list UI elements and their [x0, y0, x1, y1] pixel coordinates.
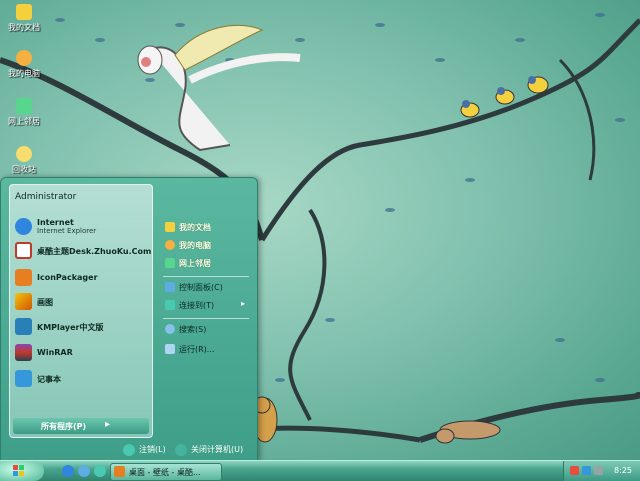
place-connect-to[interactable]: 连接到(T) ▸	[163, 298, 255, 312]
my-documents-icon	[16, 4, 32, 20]
tray-network-icon[interactable]	[582, 466, 591, 475]
place-network-places[interactable]: 网上邻居	[163, 256, 255, 270]
system-tray: 8:25	[563, 461, 640, 481]
start-menu-footer: 注销(L) 关闭计算机(U)	[1, 439, 257, 461]
notepad-icon	[15, 370, 32, 387]
start-button[interactable]	[0, 461, 44, 481]
tray-volume-icon[interactable]	[594, 466, 603, 475]
place-search[interactable]: 搜索(S)	[163, 322, 255, 336]
recycle-bin-icon	[16, 146, 32, 162]
arrow-right-icon: ▸	[105, 419, 111, 430]
dog	[435, 420, 501, 444]
place-my-computer[interactable]: 我的电脑	[163, 238, 255, 252]
clock[interactable]: 8:25	[614, 466, 632, 475]
program-kmplayer[interactable]: KMPlayer中文版	[13, 316, 149, 336]
taskbar-window-button[interactable]: 桌面 - 壁纸 - 桌酷...	[110, 463, 222, 481]
winrar-icon	[15, 344, 32, 361]
control-panel-icon	[165, 282, 175, 292]
program-internet-explorer[interactable]: Internet Internet Explorer	[13, 216, 149, 236]
search-icon	[165, 324, 175, 334]
my-computer-icon	[165, 240, 175, 250]
tray-qq-icon[interactable]	[570, 466, 579, 475]
network-places-icon	[16, 98, 32, 114]
quicklaunch-desktop-icon[interactable]	[94, 465, 106, 477]
quicklaunch-ie-icon[interactable]	[62, 465, 74, 477]
taskbar: 桌面 - 壁纸 - 桌酷... 8:25	[0, 460, 640, 481]
my-computer-icon	[16, 50, 32, 66]
start-menu: Administrator Internet Internet Explorer…	[0, 177, 258, 462]
shutdown-icon	[175, 444, 187, 456]
run-icon	[165, 344, 175, 354]
program-zhuoku-theme[interactable]: 桌酷主题Desk.ZhuoKu.Com	[13, 240, 151, 260]
iconpackager-icon	[15, 269, 32, 286]
connect-to-icon	[165, 300, 175, 310]
program-notepad[interactable]: 记事本	[13, 368, 149, 388]
menu-separator	[163, 318, 249, 319]
program-iconpackager[interactable]: IconPackager	[13, 267, 149, 287]
start-menu-user-header: Administrator	[9, 184, 151, 206]
desktop-icon-network-places[interactable]: 网上邻居	[2, 98, 46, 127]
logoff-icon	[123, 444, 135, 456]
desktop-icon-recycle-bin[interactable]: 回收站	[2, 146, 46, 175]
browser-window-icon	[114, 466, 125, 477]
program-winrar[interactable]: WinRAR	[13, 342, 149, 362]
place-control-panel[interactable]: 控制面板(C)	[163, 280, 255, 294]
quicklaunch-media-icon[interactable]	[78, 465, 90, 477]
angel-figure	[137, 24, 301, 152]
internet-explorer-icon	[15, 218, 32, 235]
arrow-right-icon: ▸	[241, 299, 246, 308]
program-paint[interactable]: 画图	[13, 291, 149, 311]
menu-separator	[163, 276, 249, 277]
zhuoku-theme-icon	[15, 242, 32, 259]
place-run[interactable]: 运行(R)...	[163, 342, 255, 356]
desktop-icon-my-computer[interactable]: 我的电脑	[2, 50, 46, 79]
desktop-icon-my-documents[interactable]: 我的文档	[2, 4, 46, 33]
place-my-documents[interactable]: 我的文档	[163, 220, 255, 234]
paint-icon	[15, 293, 32, 310]
all-programs-button[interactable]: 所有程序(P) ▸	[13, 418, 149, 434]
windows-flag-icon	[13, 465, 24, 476]
my-documents-icon	[165, 222, 175, 232]
kmplayer-icon	[15, 318, 32, 335]
user-name: Administrator	[15, 192, 77, 202]
network-places-icon	[165, 258, 175, 268]
